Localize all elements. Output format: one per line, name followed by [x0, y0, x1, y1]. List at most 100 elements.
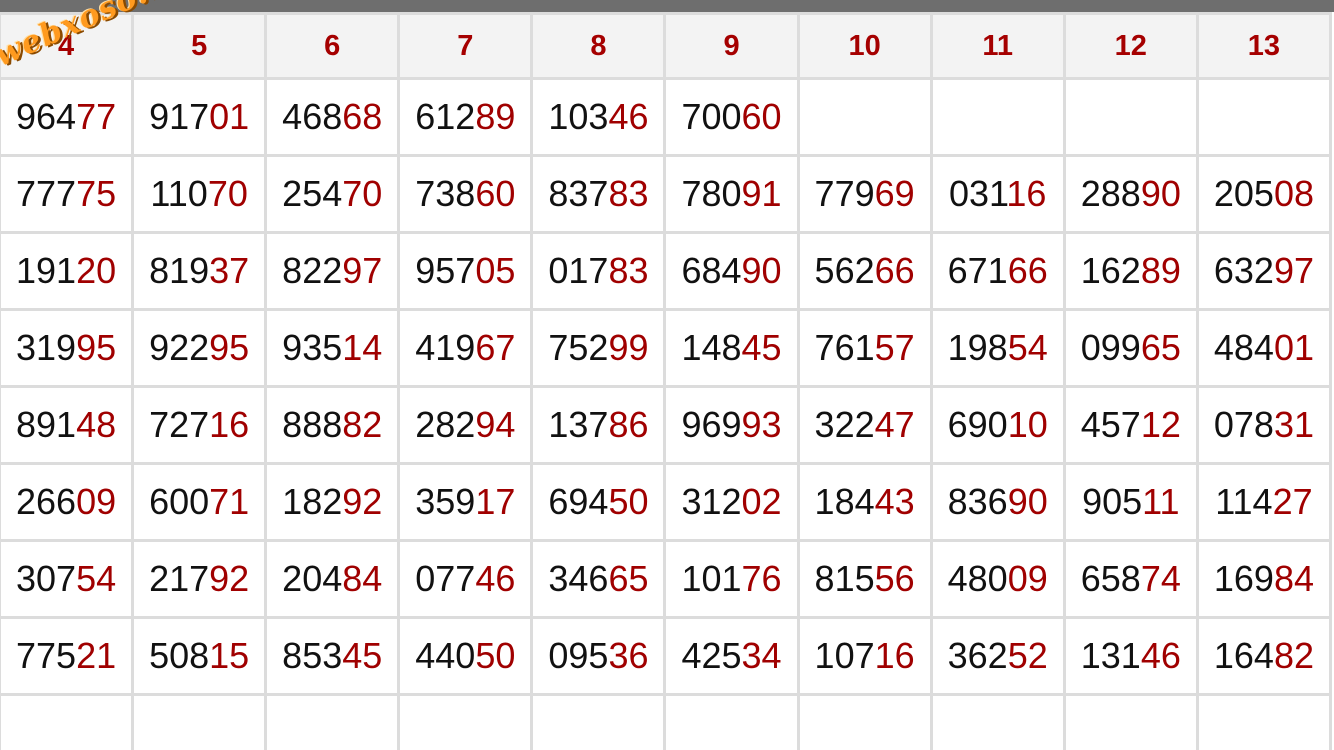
result-cell[interactable]: 11427 [1195, 462, 1333, 542]
result-cell[interactable]: 77521 [0, 616, 135, 696]
result-cell[interactable]: 25470 [264, 154, 401, 234]
result-cell[interactable] [264, 693, 401, 750]
result-cell[interactable]: 88882 [264, 385, 401, 465]
result-cell[interactable]: 72716 [131, 385, 268, 465]
result-cell[interactable]: 14845 [663, 308, 800, 388]
result-cell[interactable]: 10346 [530, 77, 667, 157]
result-cell[interactable]: 18443 [796, 462, 933, 542]
result-cell[interactable]: 81556 [796, 539, 933, 619]
result-cell[interactable]: 78091 [663, 154, 800, 234]
result-cell[interactable]: 31995 [0, 308, 135, 388]
result-cell[interactable]: 01783 [530, 231, 667, 311]
result-cell[interactable]: 67166 [929, 231, 1066, 311]
result-cell[interactable]: 82297 [264, 231, 401, 311]
result-cell[interactable]: 85345 [264, 616, 401, 696]
result-cell[interactable] [796, 77, 933, 157]
column-header[interactable]: 4 [0, 12, 135, 80]
result-cell[interactable]: 61289 [397, 77, 534, 157]
result-cell[interactable]: 69010 [929, 385, 1066, 465]
result-cell[interactable] [929, 77, 1066, 157]
column-header[interactable]: 8 [530, 12, 667, 80]
result-cell[interactable]: 10716 [796, 616, 933, 696]
result-cell[interactable]: 20508 [1195, 154, 1333, 234]
result-cell[interactable]: 03116 [929, 154, 1066, 234]
column-header[interactable]: 7 [397, 12, 534, 80]
result-cell[interactable]: 48009 [929, 539, 1066, 619]
result-cell[interactable]: 19120 [0, 231, 135, 311]
result-cell[interactable]: 10176 [663, 539, 800, 619]
column-header[interactable]: 10 [796, 12, 933, 80]
result-cell[interactable]: 19854 [929, 308, 1066, 388]
result-cell[interactable]: 32247 [796, 385, 933, 465]
result-cell[interactable]: 46868 [264, 77, 401, 157]
column-header[interactable]: 9 [663, 12, 800, 80]
result-cell[interactable]: 96993 [663, 385, 800, 465]
result-cell[interactable]: 92295 [131, 308, 268, 388]
result-cell[interactable] [1062, 693, 1199, 750]
result-cell[interactable] [929, 693, 1066, 750]
result-cell[interactable]: 35917 [397, 462, 534, 542]
result-cell[interactable]: 41967 [397, 308, 534, 388]
result-cell[interactable] [131, 693, 268, 750]
result-cell[interactable]: 36252 [929, 616, 1066, 696]
result-cell[interactable]: 60071 [131, 462, 268, 542]
result-cell[interactable] [663, 693, 800, 750]
column-header[interactable]: 5 [131, 12, 268, 80]
column-header[interactable]: 6 [264, 12, 401, 80]
result-cell[interactable]: 26609 [0, 462, 135, 542]
column-header[interactable]: 11 [929, 12, 1066, 80]
column-header[interactable]: 13 [1195, 12, 1333, 80]
result-cell[interactable] [0, 693, 135, 750]
result-cell[interactable] [796, 693, 933, 750]
result-cell[interactable]: 96477 [0, 77, 135, 157]
result-cell[interactable] [1062, 77, 1199, 157]
result-cell[interactable]: 77969 [796, 154, 933, 234]
result-cell[interactable]: 91701 [131, 77, 268, 157]
result-cell[interactable]: 11070 [131, 154, 268, 234]
result-cell[interactable]: 30754 [0, 539, 135, 619]
result-cell[interactable]: 73860 [397, 154, 534, 234]
result-cell[interactable]: 63297 [1195, 231, 1333, 311]
result-cell[interactable]: 16482 [1195, 616, 1333, 696]
result-cell[interactable]: 83783 [530, 154, 667, 234]
result-cell[interactable]: 89148 [0, 385, 135, 465]
result-cell[interactable]: 81937 [131, 231, 268, 311]
result-cell[interactable]: 76157 [796, 308, 933, 388]
result-cell[interactable]: 28890 [1062, 154, 1199, 234]
result-cell[interactable]: 07746 [397, 539, 534, 619]
result-cell[interactable]: 68490 [663, 231, 800, 311]
result-cell[interactable] [1195, 77, 1333, 157]
result-cell[interactable]: 70060 [663, 77, 800, 157]
result-cell[interactable]: 48401 [1195, 308, 1333, 388]
result-cell[interactable]: 13786 [530, 385, 667, 465]
result-cell[interactable]: 65874 [1062, 539, 1199, 619]
result-cell[interactable]: 13146 [1062, 616, 1199, 696]
result-cell[interactable]: 28294 [397, 385, 534, 465]
result-cell[interactable]: 93514 [264, 308, 401, 388]
result-cell[interactable]: 31202 [663, 462, 800, 542]
result-cell[interactable]: 18292 [264, 462, 401, 542]
result-cell[interactable]: 44050 [397, 616, 534, 696]
result-cell[interactable]: 34665 [530, 539, 667, 619]
result-cell[interactable]: 95705 [397, 231, 534, 311]
column-header[interactable]: 12 [1062, 12, 1199, 80]
result-cell[interactable]: 20484 [264, 539, 401, 619]
result-cell[interactable]: 09536 [530, 616, 667, 696]
result-cell[interactable]: 21792 [131, 539, 268, 619]
result-cell[interactable]: 07831 [1195, 385, 1333, 465]
result-cell[interactable]: 50815 [131, 616, 268, 696]
result-cell[interactable]: 56266 [796, 231, 933, 311]
result-cell[interactable]: 16289 [1062, 231, 1199, 311]
result-cell[interactable]: 83690 [929, 462, 1066, 542]
result-cell[interactable]: 45712 [1062, 385, 1199, 465]
result-cell[interactable]: 69450 [530, 462, 667, 542]
result-cell[interactable]: 75299 [530, 308, 667, 388]
result-cell[interactable]: 90511 [1062, 462, 1199, 542]
result-cell[interactable]: 16984 [1195, 539, 1333, 619]
result-cell[interactable]: 77775 [0, 154, 135, 234]
result-cell[interactable] [1195, 693, 1333, 750]
result-cell[interactable]: 42534 [663, 616, 800, 696]
result-cell[interactable]: 09965 [1062, 308, 1199, 388]
result-cell[interactable] [397, 693, 534, 750]
result-cell[interactable] [530, 693, 667, 750]
